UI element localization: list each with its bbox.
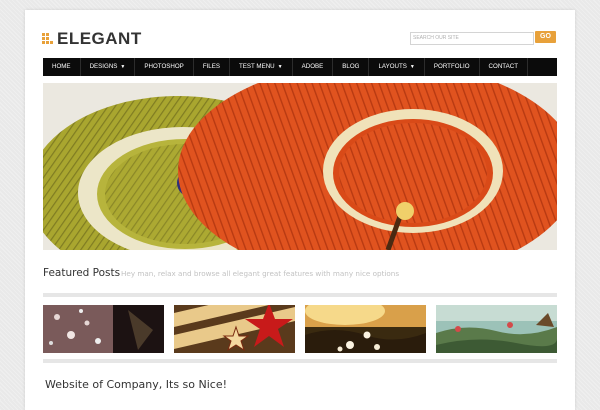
logo-text: ELEGANT xyxy=(57,29,142,48)
chevron-down-icon: ▼ xyxy=(409,64,415,70)
nav-item-label: HOME xyxy=(52,63,71,70)
nav-item-label: PORTFOLIO xyxy=(433,63,470,70)
featured-thumbnail-water-drops[interactable] xyxy=(43,305,164,353)
nav-item-label: DESIGNS xyxy=(89,63,118,70)
nav-item-portfolio[interactable]: PORTFOLIO xyxy=(425,58,480,76)
chevron-down-icon: ▼ xyxy=(277,64,283,70)
nav-item-label: CONTACT xyxy=(488,63,518,70)
section-divider xyxy=(43,293,557,297)
nav-item-label: TEST MENU xyxy=(239,63,275,70)
site-logo[interactable]: ELEGANT xyxy=(42,29,142,48)
nav-item-test-menu[interactable]: TEST MENU ▼ xyxy=(230,58,293,76)
nav-item-designs[interactable]: DESIGNS ▼ xyxy=(81,58,136,76)
nav-item-label: ADOBE xyxy=(301,63,324,70)
nav-item-label: PHOTOSHOP xyxy=(144,63,184,70)
nav-item-blog[interactable]: BLOG xyxy=(333,58,370,76)
hero-image xyxy=(43,83,557,250)
page-container: ELEGANT GO HOMEDESIGNS▼PHOTOSHOPFILESTES… xyxy=(25,10,575,410)
search-go-button[interactable]: GO xyxy=(535,31,556,43)
nav-item-label: BLOG xyxy=(342,63,360,70)
nav-item-files[interactable]: FILES xyxy=(194,58,231,76)
nav-item-layouts[interactable]: LAYOUTS ▼ xyxy=(369,58,425,76)
nav-item-contact[interactable]: CONTACT xyxy=(480,58,528,76)
hero-banner[interactable] xyxy=(43,83,557,250)
nav-item-adobe[interactable]: ADOBE xyxy=(293,58,334,76)
featured-posts-subtitle: Hey man, relax and browse all elegant gr… xyxy=(121,269,400,278)
nav-item-photoshop[interactable]: PHOTOSHOP xyxy=(135,58,194,76)
featured-thumbnail-stars[interactable] xyxy=(174,305,295,353)
nav-item-label: LAYOUTS xyxy=(378,63,407,70)
featured-thumbnail-landscape[interactable] xyxy=(436,305,557,353)
chevron-down-icon: ▼ xyxy=(120,64,126,70)
logo-icon xyxy=(42,32,53,46)
section-divider-bottom xyxy=(43,359,557,363)
nav-item-home[interactable]: HOME xyxy=(43,58,81,76)
section-title: Website of Company, Its so Nice! xyxy=(45,378,228,391)
nav-item-label: FILES xyxy=(202,63,221,70)
featured-thumbnail-flowers[interactable] xyxy=(305,305,426,353)
search-input[interactable] xyxy=(410,32,534,45)
main-nav: HOME DESIGNS ▼ PHOTOSHOP FILES TEST MENU ▼ ADOB… xyxy=(43,58,557,76)
featured-posts-title: Featured Posts xyxy=(43,267,121,279)
